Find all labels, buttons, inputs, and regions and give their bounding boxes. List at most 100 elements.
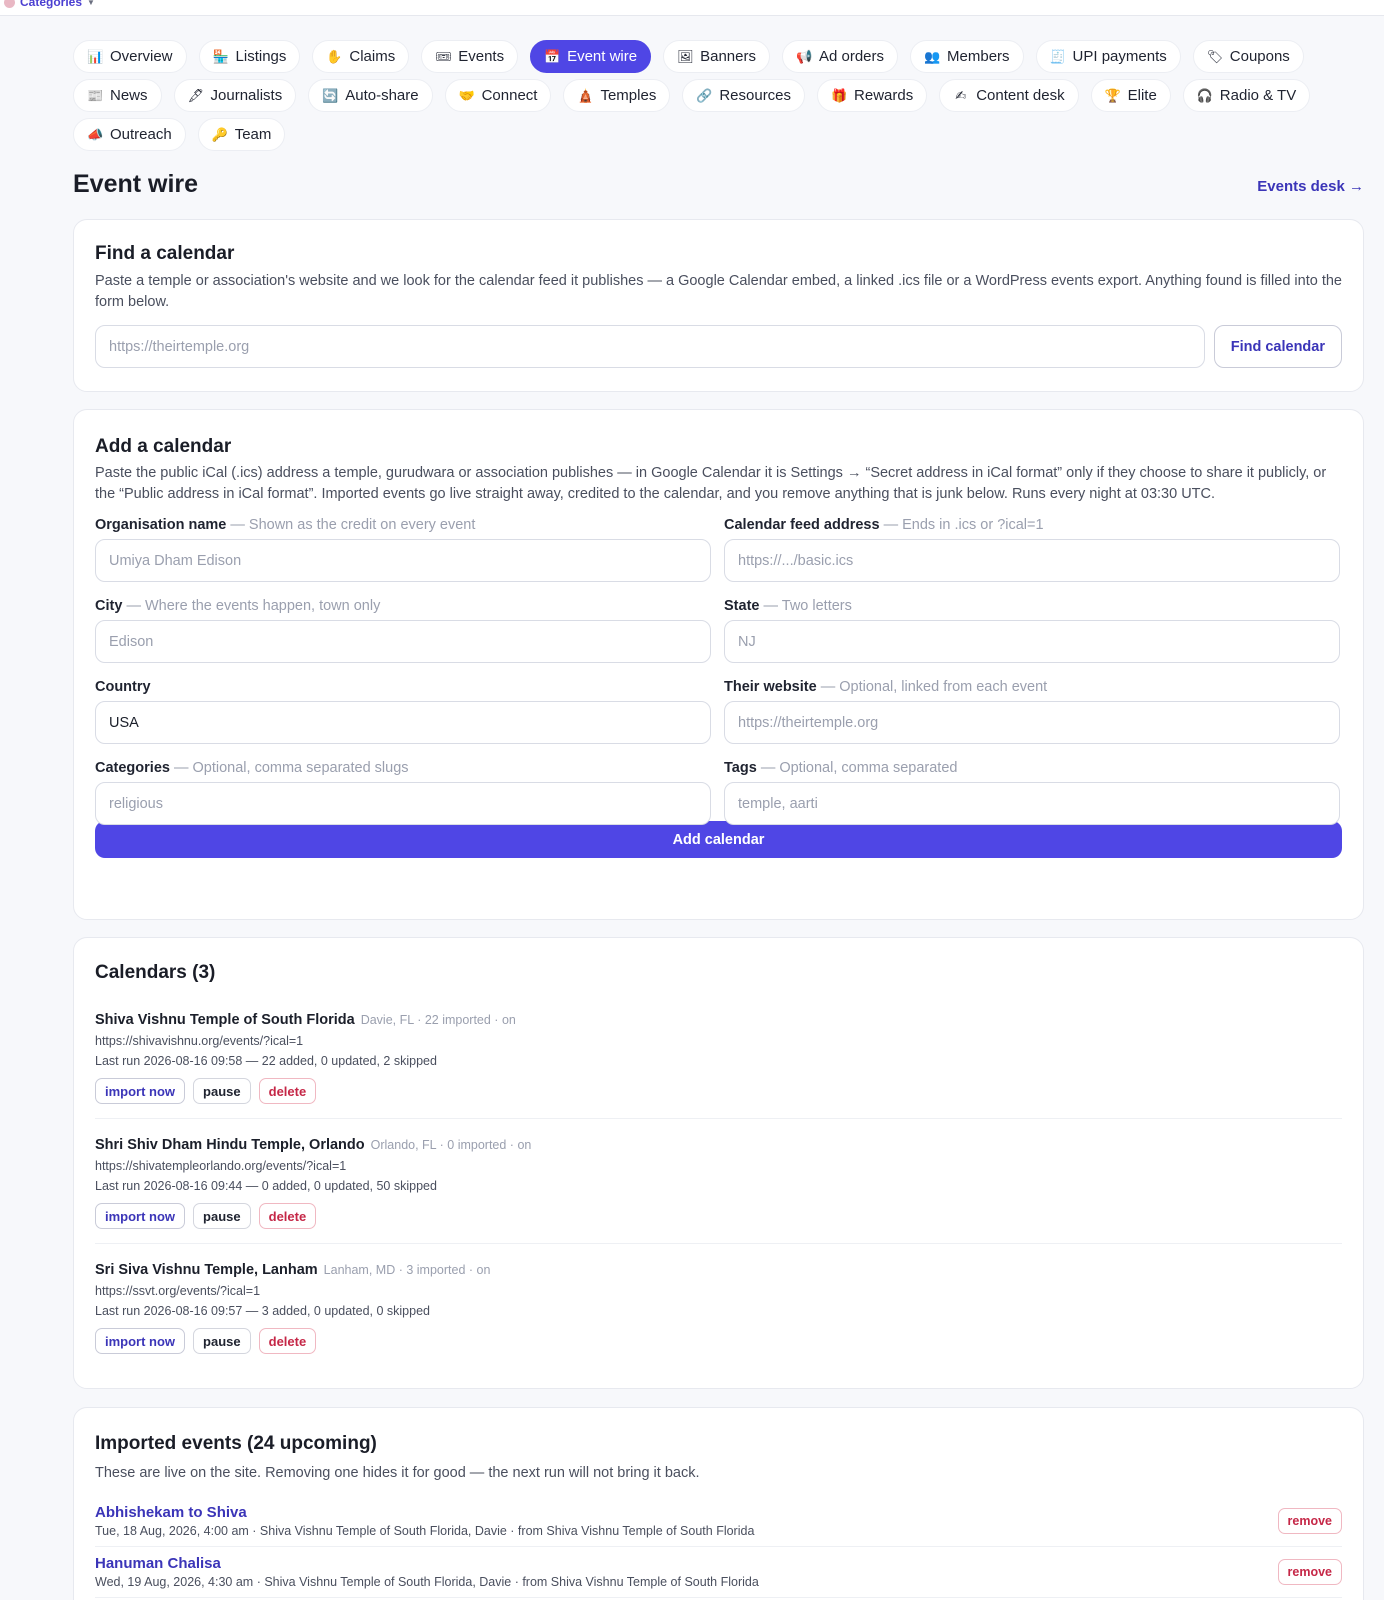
- writing-hand-icon: ✍: [955, 87, 967, 103]
- event-title-link[interactable]: Abhishekam to Shiva: [95, 1504, 754, 1521]
- people-icon: 👥: [924, 48, 941, 64]
- calendar-url: https://shivatempleorlando.org/events/?i…: [95, 1159, 347, 1173]
- tab-label: Event wire: [567, 48, 638, 65]
- field-label: State: [724, 598, 760, 614]
- receipt-icon: 🧾: [1049, 48, 1066, 64]
- tab-team[interactable]: 🔑 Team: [197, 118, 286, 151]
- imported-events-list: Abhishekam to Shiva Tue, 18 Aug, 2026, 4…: [95, 1496, 1342, 1598]
- calendar-name: Shri Shiv Dham Hindu Temple, Orlando: [95, 1137, 365, 1153]
- delete-button[interactable]: delete: [258, 1203, 317, 1229]
- ticket-icon: 🎟: [435, 48, 452, 64]
- tab-label: Banners: [700, 48, 756, 65]
- event-title-link[interactable]: Hanuman Chalisa: [95, 1555, 759, 1572]
- calendars-title: Calendars (3): [95, 962, 216, 983]
- tab-label: Team: [234, 126, 272, 143]
- city-input[interactable]: Edison: [95, 620, 711, 663]
- categories-field: Categories — Optional, comma separated s…: [95, 760, 711, 841]
- headphones-icon: 🎧: [1196, 87, 1213, 103]
- tab-events[interactable]: 🎟 Events: [421, 40, 519, 73]
- state-input[interactable]: NJ: [724, 620, 1340, 663]
- calendar-list: Shiva Vishnu Temple of South Florida Davi…: [95, 994, 1342, 1368]
- tab-ad-orders[interactable]: 📢 Ad orders: [781, 40, 899, 73]
- import-now-button[interactable]: import now: [95, 1203, 186, 1229]
- find-calendar-description: Paste a temple or association's website …: [95, 273, 1342, 310]
- add-calendar-description: Paste the public iCal (.ics) address a t…: [95, 465, 1327, 502]
- field-label: Organisation name: [95, 517, 227, 533]
- calendar-meta: Orlando, FL · 0 imported · on: [370, 1138, 532, 1152]
- tab-upi-payments[interactable]: 🧾 UPI payments: [1035, 40, 1181, 73]
- tab-label: Coupons: [1229, 48, 1290, 65]
- events-desk-link[interactable]: Events desk →: [1257, 178, 1364, 195]
- list-item: Abhishekam to Shiva Tue, 18 Aug, 2026, 4…: [95, 1496, 1342, 1547]
- tab-listings[interactable]: 🏪 Listings: [198, 40, 301, 73]
- tab-label: Members: [947, 48, 1010, 65]
- field-hint: — Shown as the credit on every event: [230, 517, 476, 533]
- categories-menu[interactable]: Categories ▼: [4, 0, 95, 9]
- tab-event-wire[interactable]: 📅 Event wire: [530, 40, 652, 73]
- add-calendar-title: Add a calendar: [95, 436, 232, 457]
- calendar-item: Shri Shiv Dham Hindu Temple, Orlando Orla…: [95, 1119, 1342, 1244]
- pause-button[interactable]: pause: [193, 1078, 251, 1104]
- tags-field: Tags — Optional, comma separated temple,…: [724, 760, 1340, 841]
- tab-radio-tv[interactable]: 🎧 Radio & TV: [1182, 79, 1311, 112]
- tab-resources[interactable]: 🔗 Resources: [682, 79, 806, 112]
- temple-icon: 🛕: [577, 87, 594, 103]
- pause-button[interactable]: pause: [193, 1328, 251, 1354]
- tab-auto-share[interactable]: 🔄 Auto-share: [308, 79, 433, 112]
- org-name-input[interactable]: Umiya Dham Edison: [95, 539, 711, 582]
- field-label: City: [95, 598, 123, 614]
- calendar-name: Sri Siva Vishnu Temple, Lanham: [95, 1262, 318, 1278]
- remove-button[interactable]: remove: [1277, 1558, 1342, 1585]
- tab-rewards[interactable]: 🎁 Rewards: [817, 79, 928, 112]
- store-icon: 🏪: [212, 48, 229, 64]
- field-hint: — Ends in .ics or ?ical=1: [883, 517, 1044, 533]
- categories-input[interactable]: religious: [95, 782, 711, 825]
- feed-address-field: Calendar feed address — Ends in .ics or …: [724, 517, 1340, 598]
- add-calendar-card: Add a calendar Paste the public iCal (.i…: [73, 409, 1364, 920]
- calendar-name: Shiva Vishnu Temple of South Florida: [95, 1012, 355, 1028]
- field-label: Categories: [95, 760, 170, 776]
- tag-icon: 🏷: [1206, 48, 1224, 64]
- tab-banners[interactable]: 🖼 Banners: [663, 40, 770, 73]
- tab-label: Temples: [600, 87, 657, 104]
- tab-label: Auto-share: [345, 87, 419, 104]
- remove-button[interactable]: remove: [1277, 1507, 1342, 1534]
- tab-outreach[interactable]: 📣 Outreach: [73, 118, 186, 151]
- website-url-input[interactable]: https://theirtemple.org: [95, 325, 1205, 368]
- tab-connect[interactable]: 🤝 Connect: [444, 79, 552, 112]
- pause-button[interactable]: pause: [193, 1203, 251, 1229]
- tab-coupons[interactable]: 🏷 Coupons: [1192, 40, 1304, 73]
- field-hint: — Two letters: [763, 598, 852, 614]
- imported-events-title: Imported events (24 upcoming): [95, 1433, 377, 1454]
- tab-label: Elite: [1127, 87, 1157, 104]
- tab-temples[interactable]: 🛕 Temples: [563, 79, 671, 112]
- tab-overview[interactable]: 📊 Overview: [73, 40, 187, 73]
- trophy-icon: 🏆: [1104, 87, 1121, 103]
- pen-icon: 🖋: [187, 87, 205, 103]
- delete-button[interactable]: delete: [258, 1328, 317, 1354]
- feed-address-input[interactable]: https://.../basic.ics: [724, 539, 1340, 582]
- org-name-field: Organisation name — Shown as the credit …: [95, 517, 711, 598]
- website-input[interactable]: https://theirtemple.org: [724, 701, 1340, 744]
- announce-icon: 📣: [87, 126, 104, 142]
- tab-members[interactable]: 👥 Members: [910, 40, 1024, 73]
- tags-input[interactable]: temple, aarti: [724, 782, 1340, 825]
- tab-elite[interactable]: 🏆 Elite: [1090, 79, 1171, 112]
- tab-content-desk[interactable]: ✍ Content desk: [939, 79, 1079, 112]
- tab-label: News: [110, 87, 148, 104]
- field-label: Country: [95, 679, 151, 695]
- tab-news[interactable]: 📰 News: [73, 79, 162, 112]
- tab-journalists[interactable]: 🖋 Journalists: [173, 79, 297, 112]
- field-hint: — Optional, comma separated slugs: [173, 760, 409, 776]
- find-calendar-button[interactable]: Find calendar: [1213, 325, 1342, 368]
- categories-icon: [4, 0, 15, 8]
- tab-claims[interactable]: ✋ Claims: [312, 40, 410, 73]
- calendar-meta: Lanham, MD · 3 imported · on: [323, 1263, 491, 1277]
- import-now-button[interactable]: import now: [95, 1328, 186, 1354]
- state-field: State — Two letters NJ: [724, 598, 1340, 679]
- imported-events-description: These are live on the site. Removing one…: [95, 1465, 700, 1481]
- delete-button[interactable]: delete: [258, 1078, 317, 1104]
- import-now-button[interactable]: import now: [95, 1078, 186, 1104]
- country-input[interactable]: USA: [95, 701, 711, 744]
- hand-icon: ✋: [326, 48, 343, 64]
